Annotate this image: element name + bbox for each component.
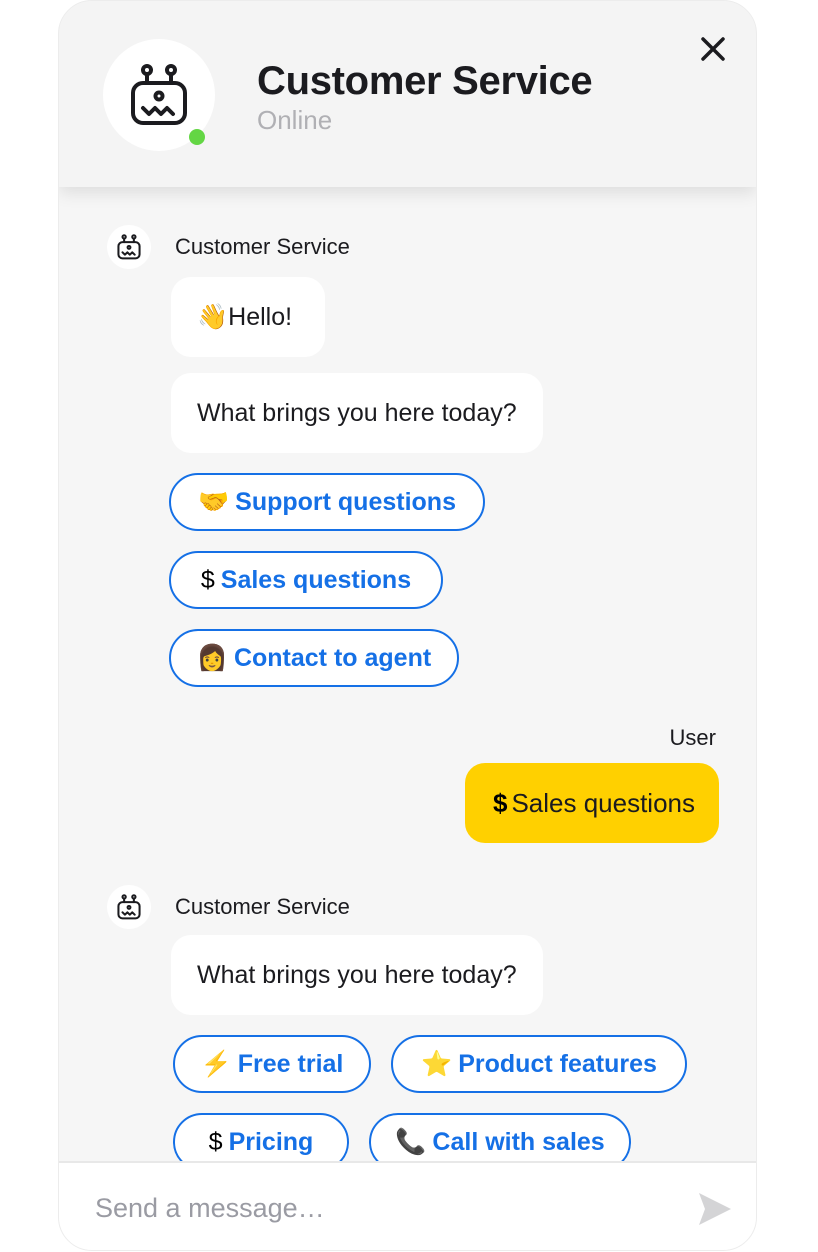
woman-icon: 👩 (196, 643, 228, 672)
bot-avatar-small (107, 885, 151, 929)
sender-name: Customer Service (175, 894, 350, 919)
bot-message-bubble: 👋Hello! (171, 277, 325, 357)
message-text: What brings you here today? (197, 961, 517, 989)
option-call-with-sales[interactable]: 📞 Call with sales (369, 1113, 631, 1161)
dollar-icon: $ (200, 565, 215, 594)
lightning-icon: ⚡ (200, 1049, 232, 1078)
chat-header: Customer Service Online (59, 1, 756, 187)
chat-widget: Customer Service Online Customer Service… (58, 0, 757, 1251)
option-pricing[interactable]: $ Pricing (173, 1113, 349, 1161)
option-product-features[interactable]: ⭐ Product features (391, 1035, 687, 1093)
phone-icon: 📞 (395, 1127, 427, 1156)
message-composer (59, 1161, 756, 1250)
robot-icon (131, 64, 187, 125)
send-icon[interactable] (697, 1191, 733, 1227)
dollar-icon: $ (492, 788, 508, 818)
star-icon: ⭐ (421, 1049, 453, 1078)
close-icon[interactable] (695, 31, 731, 67)
bot-message-bubble: What brings you here today? (171, 935, 543, 1015)
status-text: Online (257, 105, 333, 135)
bot-avatar-small (107, 225, 151, 269)
message-input[interactable] (93, 1181, 657, 1235)
message-text: Hello! (228, 303, 293, 331)
robot-icon (117, 894, 141, 920)
message-text: Sales questions (511, 788, 695, 818)
option-free-trial[interactable]: ⚡ Free trial (173, 1035, 371, 1093)
bot-sender-row: Customer Service (107, 885, 350, 929)
wave-emoji: 👋 (197, 303, 229, 331)
bot-sender-row: Customer Service (107, 225, 350, 269)
online-status-dot (189, 129, 205, 145)
bot-message-bubble: What brings you here today? (171, 373, 543, 453)
option-sales-questions[interactable]: $ Sales questions (169, 551, 443, 609)
sender-name: Customer Service (175, 234, 350, 259)
message-list: Customer Service 👋Hello! What brings you… (59, 187, 756, 1161)
handshake-icon: 🤝 (198, 487, 230, 516)
chat-title: Customer Service (257, 59, 593, 103)
message-text: What brings you here today? (197, 399, 517, 427)
user-message-bubble: $ Sales questions (464, 763, 719, 843)
option-contact-to-agent[interactable]: 👩 Contact to agent (169, 629, 459, 687)
option-support-questions[interactable]: 🤝 Support questions (169, 473, 485, 531)
robot-icon (117, 234, 141, 260)
dollar-icon: $ (208, 1127, 223, 1156)
user-sender-name: User (669, 725, 716, 750)
